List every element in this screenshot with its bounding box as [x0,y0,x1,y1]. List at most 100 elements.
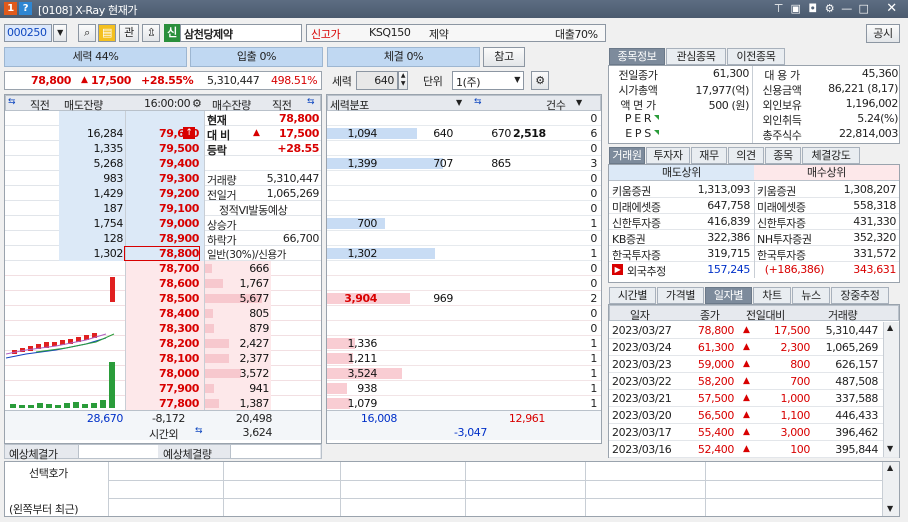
tab-history-4[interactable]: 뉴스 [792,287,830,304]
up-arrow-icon: ▲ [743,325,750,335]
grid-scrollbar[interactable]: ▲ ▼ [882,462,899,516]
bid-price[interactable]: 78,700 [125,262,199,275]
tab-broker-3[interactable]: 의견 [728,147,764,164]
swap-icon-3[interactable]: ⇆ [195,426,203,436]
gear-small-icon[interactable]: ⚙ [192,97,202,110]
tab-history-3[interactable]: 차트 [753,287,791,304]
tab-broker-2[interactable]: 재무 [691,147,727,164]
scroll-down-icon[interactable]: ▼ [887,444,893,453]
scroll-down-icon[interactable]: ▼ [887,504,893,513]
history-date: 2023/03/24 [612,341,672,354]
minimize-button[interactable]: — [839,1,854,16]
broker-sell-name[interactable]: 한국투자증 [612,247,661,263]
dist-dropdown-icon[interactable]: ▼ [456,98,462,107]
bid-price[interactable]: 78,100 [125,352,199,365]
pin-icon[interactable]: ⊤ [771,1,786,16]
dist-ask-row: 1,302 1 [327,246,601,261]
notice-button[interactable]: 공시 [866,24,900,43]
ask-price[interactable]: 79,300 [125,172,199,185]
ask-price[interactable]: 79,500 [125,142,199,155]
ask-price[interactable]: 79,200 [125,187,199,200]
broker-buy-name[interactable]: 한국투자증 [757,247,806,263]
stock-status-bar: 신고가 KSQ150 제약 대출70% [306,24,606,42]
bid-price[interactable]: 78,300 [125,322,199,335]
dist-bid-row: 0 [327,306,601,321]
code-dropdown-button[interactable]: ▼ [53,24,67,42]
tab-stock-info-2[interactable]: 이전종목 [727,48,785,65]
settings-icon[interactable]: ⚙ [822,1,837,16]
bid-qty: 2,427 [239,337,270,350]
seryeok-stepper[interactable]: 640 [356,71,398,90]
dist-ask-row: 0 [327,201,601,216]
dist-ask-count: 1 [590,217,597,230]
tab-history-1[interactable]: 가격별 [657,287,704,304]
search-icon[interactable]: ⌕ [78,24,96,42]
bid-price[interactable]: 78,600 [125,277,199,290]
memo-icon[interactable]: ▣ [788,1,803,16]
ask-price[interactable]: 79,100 [125,202,199,215]
ask-price[interactable]: 79,000 [125,217,199,230]
tab-history-5[interactable]: 장중추정 [831,287,889,304]
bid-price[interactable]: 78,200 [125,337,199,350]
tab-history-0[interactable]: 시간별 [609,287,656,304]
stock-code-input[interactable]: 000250 [4,24,52,42]
stock-info-label: 대 용 가 [764,69,800,82]
foreign-toggle-icon[interactable]: ▶ [612,264,623,275]
stock-name-field[interactable]: 삼천당제약 [180,24,302,42]
broker-sell-name[interactable]: 키움증권 [612,183,651,199]
swap-icon[interactable]: ⇆ [8,97,16,107]
dist-ask-count: 6 [590,127,597,140]
stock-info-value: 1,196,002 [845,97,899,110]
count-dropdown-icon[interactable]: ▼ [576,98,582,107]
broker-buy-name[interactable]: NH투자증권 [757,231,812,247]
tab-broker-5[interactable]: 체결강도 [802,147,860,164]
broker-buy-qty: 431,330 [853,215,896,228]
limit-up-badge-icon: ↑ [183,127,195,139]
dist-swap-icon[interactable]: ⇆ [474,97,482,107]
broker-buy-name[interactable]: 미래에셋증 [757,199,806,215]
tab-broker-1[interactable]: 투자자 [646,147,690,164]
dist-bid-count: 1 [590,382,597,395]
tab-broker-0[interactable]: 거래원 [609,147,645,164]
broker-sell-name[interactable]: 신한투자증 [612,215,661,231]
broker-buy-name[interactable]: 키움증권 [757,183,796,199]
history-scrollbar[interactable] [883,322,899,457]
scroll-up-icon[interactable]: ▲ [887,463,893,472]
scroll-up-icon[interactable]: ▲ [887,323,893,332]
broker-sell-name[interactable]: KB증권 [612,231,646,247]
bid-price[interactable]: 78,400 [125,307,199,320]
broker-buy-name[interactable]: 신한투자증 [757,215,806,231]
kwan-button[interactable]: 관 [119,24,139,42]
tab-broker-4[interactable]: 종목 [765,147,801,164]
camera-icon[interactable]: ◘ [805,1,820,16]
info-value: 5,310,447 [266,172,320,185]
bid-price[interactable]: 77,900 [125,382,199,395]
tab-stock-info-1[interactable]: 관심종목 [666,48,726,65]
history-change: 1,000 [780,392,811,405]
tab-history-2[interactable]: 일자별 [705,287,752,304]
unit-select[interactable]: 1(주) ▼ [452,71,524,90]
upload-icon[interactable]: ⇫ [142,24,160,42]
ask-price[interactable]: 79,400 [125,157,199,170]
history-header: 일자 종가 전일대비 거래량 [609,305,899,322]
bid-price[interactable]: 77,800 [125,397,199,410]
dist-ask-value: 1,302 [347,247,378,260]
tab-stock-info-0[interactable]: 종목정보 [609,48,665,65]
stepper-arrows-icon[interactable]: ▲ ▼ [398,71,408,90]
chart-icon[interactable]: ▤ [98,24,116,42]
gear-icon[interactable]: ⚙ [531,71,549,90]
ask-price-cell[interactable] [125,111,205,126]
reference-button[interactable]: 참고 [483,47,525,67]
bid-price[interactable]: 78,000 [125,367,199,380]
maximize-button[interactable]: □ [856,1,871,16]
ask-price[interactable]: 78,900 [125,232,199,245]
bid-price[interactable]: 78,500 [125,292,199,305]
stock-info-value: 86,221 (8,17) [828,82,898,95]
close-button[interactable]: ✕ [884,1,899,16]
help-icon[interactable]: ? [19,2,32,15]
history-date: 2023/03/17 [612,426,672,439]
history-volume: 337,588 [835,392,878,405]
dist-bid-value: 1,336 [347,337,378,350]
swap-icon-2[interactable]: ⇆ [307,97,315,107]
broker-sell-name[interactable]: 미래에셋증 [612,199,661,215]
